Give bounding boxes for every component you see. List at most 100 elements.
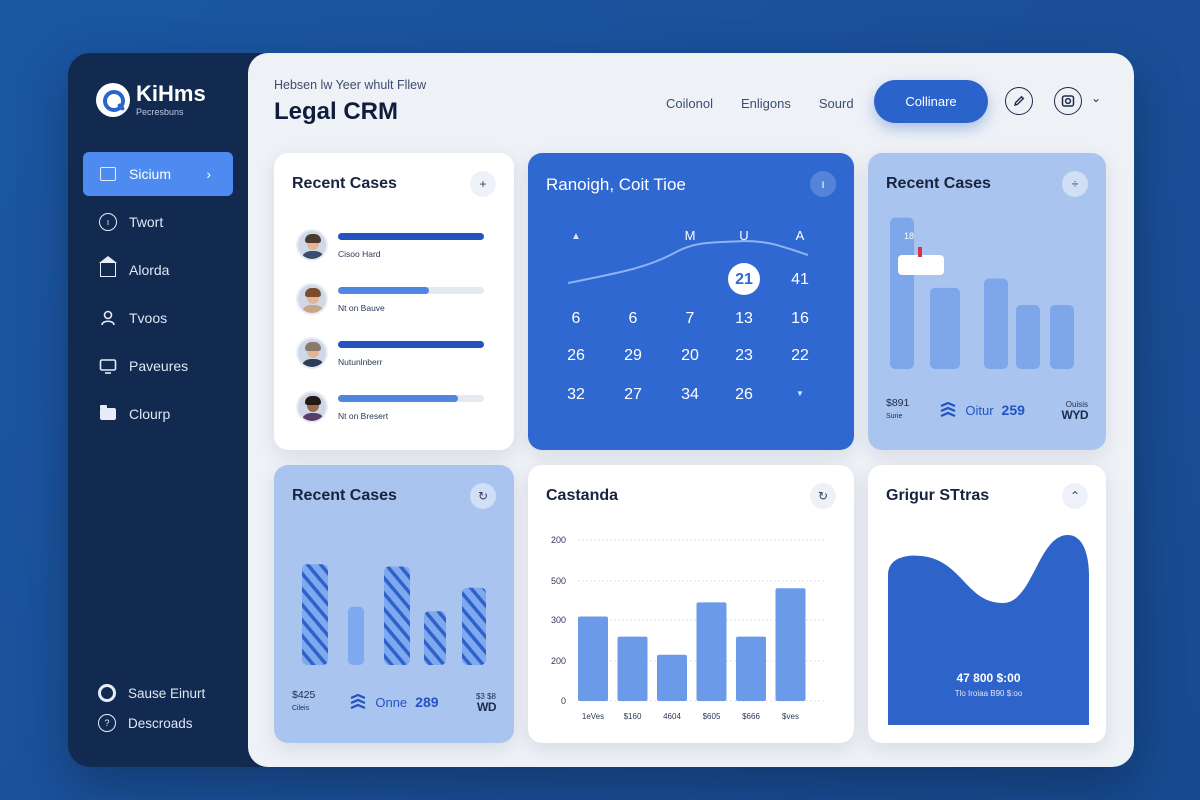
stats-card: Grigur STtras ⌃ 47 800 $:00 Tlo Iroiaa B… [868, 465, 1106, 743]
bar[interactable] [424, 611, 446, 665]
bar[interactable] [578, 616, 608, 701]
list-item[interactable]: Nt on Bresert [296, 391, 484, 423]
top-link-coilonol[interactable]: Coilonol [666, 96, 713, 111]
area-shape [888, 535, 1089, 725]
sidebar-item-label: Alorda [129, 262, 170, 278]
bar[interactable] [984, 278, 1008, 369]
calendar-day[interactable]: 23 [735, 347, 753, 364]
footer-right-bottom: WYD [1061, 408, 1089, 422]
home-icon [99, 256, 117, 279]
bar[interactable] [775, 588, 806, 701]
calendar-day[interactable]: 27 [624, 386, 642, 403]
footer-value: 259 [1001, 402, 1025, 418]
y-tick-label: 200 [551, 535, 566, 545]
add-icon[interactable]: + [470, 171, 496, 197]
sidebar-item-alorda[interactable]: Alorda [83, 248, 233, 292]
clock-icon: ı [99, 213, 117, 231]
folder-icon [99, 405, 117, 423]
main-content: Hebsen lw Yeer whult Fllew Legal CRM Coi… [248, 53, 1134, 767]
x-tick-label: $666 [742, 712, 760, 721]
card-footer: $891 Surie Oitur 259 Ouisis WYD [886, 397, 1088, 423]
calendar-day[interactable]: 41 [791, 271, 809, 288]
calendar-day[interactable]: 32 [567, 386, 585, 403]
sidebar-bottom: Sause Einurt ? Descroads [98, 678, 205, 738]
list-item[interactable]: Nt on Bauve [296, 283, 484, 315]
sidebar-item-label: Sicium [129, 166, 172, 182]
calendar-day[interactable]: 26 [735, 386, 753, 403]
x-tick-label: $605 [703, 712, 721, 721]
case-name: Nt on Bresert [338, 411, 389, 421]
sidebar-item-tvoos[interactable]: Tvoos [83, 296, 233, 340]
sidebar-item-sause-einurt[interactable]: Sause Einurt [98, 678, 205, 708]
footer-label: Oitur [965, 402, 994, 418]
caret-up-icon: ▲ [571, 231, 581, 242]
chevrons-icon [940, 402, 956, 418]
case-name: Nutunlnberr [338, 357, 383, 367]
edit-button[interactable] [1005, 87, 1033, 115]
calendar-day[interactable]: 13 [735, 310, 753, 327]
calendar-day[interactable]: 6 [629, 310, 638, 327]
footer-sub: Cileis [292, 705, 310, 712]
sidebar-item-label: Tvoos [129, 310, 168, 326]
bar[interactable] [617, 636, 648, 701]
y-tick-label: 200 [551, 656, 566, 666]
monitor-icon [99, 357, 117, 375]
calendar-day[interactable]: 7 [686, 310, 695, 327]
bar[interactable] [1050, 305, 1074, 369]
calendar-day[interactable]: 26 [567, 347, 585, 364]
sidebar-nav: Sicium › ı Twort Alorda Tvoos Paveures C… [83, 152, 233, 440]
sidebar-item-twort[interactable]: ı Twort [83, 200, 233, 244]
value-marker [898, 255, 944, 275]
bar[interactable] [462, 587, 486, 665]
logo[interactable]: KiHms Pecresbuns [96, 83, 206, 117]
primary-action-button[interactable]: Collinare [874, 80, 988, 123]
calendar-day[interactable]: 16 [791, 310, 809, 327]
x-tick-label: 4604 [663, 712, 681, 721]
bar[interactable] [302, 564, 328, 665]
avatar [296, 391, 328, 423]
calendar-header-mark: M [685, 228, 696, 243]
footer-right-bottom: WD [477, 700, 497, 714]
calendar-card: Ranoigh, Coit Tioe ı ▲ M U A 21 41 6 6 7 13 16… [528, 153, 854, 450]
bar[interactable] [384, 566, 410, 665]
recent-cases-bars-card: Recent Cases ÷ 18 $891 Surie Oitur 259 Ou… [868, 153, 1106, 450]
calendar-day[interactable]: 20 [681, 347, 699, 364]
bar[interactable] [657, 654, 687, 701]
y-tick-label: 300 [551, 615, 566, 625]
sidebar-item-sicium[interactable]: Sicium › [83, 152, 233, 196]
marker-value: 18 [904, 231, 914, 241]
users-icon [99, 309, 117, 327]
bar[interactable] [736, 636, 766, 701]
footer-sub: Surie [886, 413, 903, 420]
calendar-day[interactable]: 21 [735, 271, 753, 288]
bar[interactable] [696, 602, 727, 701]
calendar-day[interactable]: 6 [572, 310, 581, 327]
calendar-day[interactable]: 29 [624, 347, 642, 364]
profile-button[interactable] [1054, 87, 1082, 115]
top-link-enligons[interactable]: Enligons [741, 96, 791, 111]
chevron-down-icon[interactable]: ⌄ [1091, 91, 1101, 105]
bar[interactable] [930, 287, 960, 369]
logo-search-icon [96, 83, 130, 117]
bar[interactable] [348, 606, 364, 665]
sidebar-item-descroads[interactable]: ? Descroads [98, 708, 205, 738]
top-link-sourd[interactable]: Sourd [819, 96, 854, 111]
bar-chart: 200 500 300 200 0 1eVes $160 4604 $605 $666 $ves [551, 535, 824, 721]
stats-value: 47 800 $:00 [956, 671, 1021, 685]
pencil-icon [1014, 95, 1025, 106]
castanda-chart-card: Castanda ↻ 200 500 300 200 0 1eVes $160 4604 $60… [528, 465, 854, 743]
footer-label: Onne [375, 694, 408, 710]
bar[interactable] [1016, 305, 1040, 369]
recent-cases-striped-card: Recent Cases ↻ $425 Cileis Onne 289 $3 $… [274, 465, 514, 743]
list-item[interactable]: Cisoo Hard [296, 229, 484, 261]
sidebar-item-paveures[interactable]: Paveures [83, 344, 233, 388]
calendar-day[interactable]: 22 [791, 347, 809, 364]
case-progress [338, 341, 484, 348]
list-item[interactable]: Nutunlnberr [296, 337, 484, 369]
sidebar-item-label: Descroads [128, 715, 193, 731]
calendar-day[interactable]: 34 [681, 386, 699, 403]
brand-name: KiHms [136, 81, 206, 106]
app-window: KiHms Pecresbuns Sicium › ı Twort Alorda [68, 53, 1134, 767]
sidebar-item-clourp[interactable]: Clourp [83, 392, 233, 436]
calendar-header-mark: A [796, 228, 805, 243]
